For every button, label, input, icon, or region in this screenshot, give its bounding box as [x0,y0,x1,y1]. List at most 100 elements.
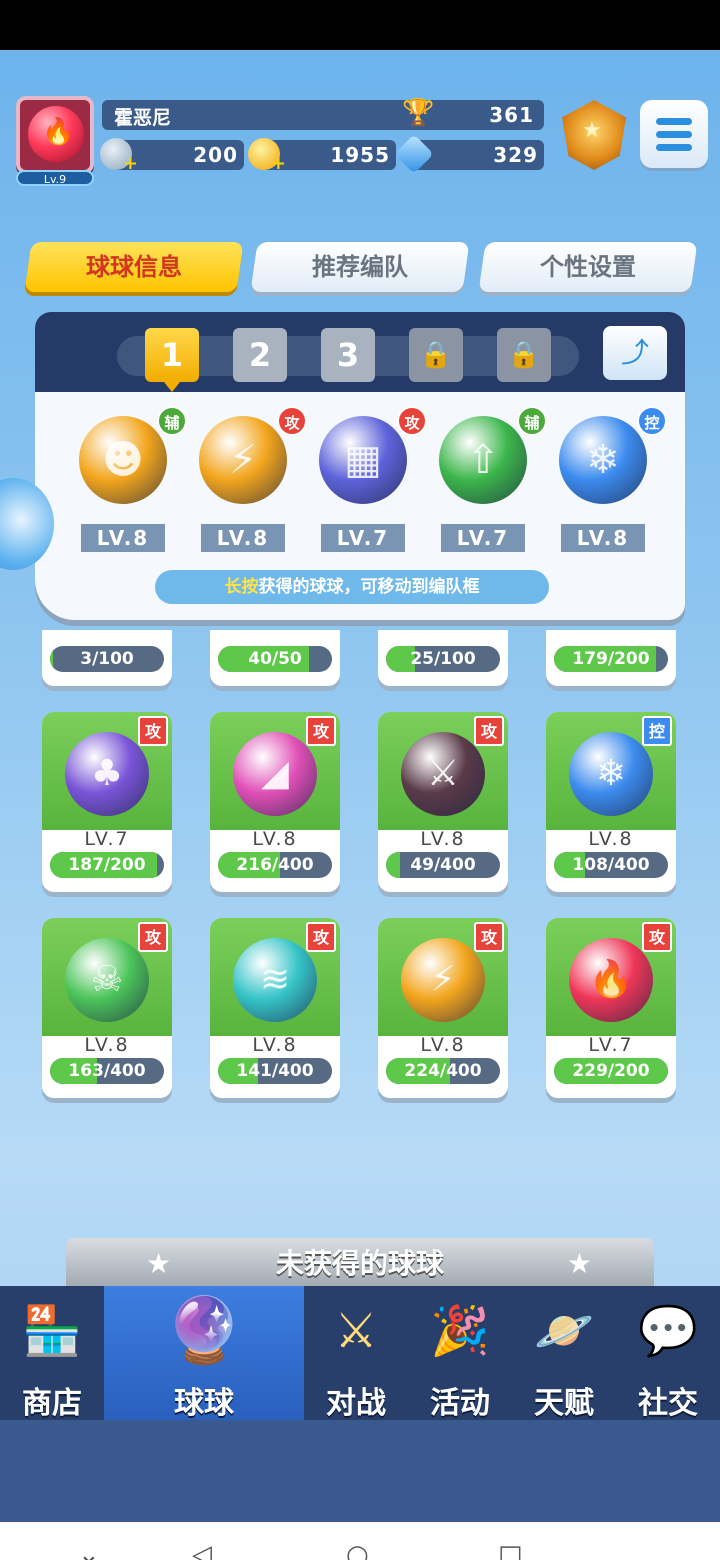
card-level: LV.7 [84,828,130,850]
ball-orb-icon: ☠ [65,938,149,1022]
type-tag: 攻 [642,922,672,952]
team-ball-3[interactable]: ▦ [319,416,407,504]
drag-hint: 长按获得的球球，可移动到编队框 [155,570,549,604]
type-tag-control: 控 [637,406,667,436]
menu-icon-line [656,131,692,138]
unowned-balls-title: 未获得的球球 [275,1247,444,1280]
owned-card-partial[interactable]: 179/200 [546,630,676,686]
planet-icon: 🪐 [534,1303,594,1359]
team-slot-locked-lock-icon[interactable]: 🔒 [409,328,463,382]
card-progress-bar: 216/400 [218,852,332,878]
team-ball-2[interactable]: ⚡ [199,416,287,504]
owned-ball-card[interactable]: 🔥 攻 LV.7 229/200 [546,918,676,1098]
owned-ball-card[interactable]: ☠ 攻 LV.8 163/400 [42,918,172,1098]
card-progress-bar: 40/50 [218,646,332,672]
owned-ball-card[interactable]: ⚡ 攻 LV.8 224/400 [378,918,508,1098]
owned-card-partial[interactable]: 40/50 [210,630,340,686]
team-ball-5[interactable]: ❄ [559,416,647,504]
type-tag-support: 辅 [517,406,547,436]
owned-ball-card[interactable]: ◢ 攻 LV.8 216/400 [210,712,340,892]
tab-personal-settings-label: 个性设置 [540,253,636,281]
team-slot-locked-lock-icon[interactable]: 🔒 [497,328,551,382]
owned-card-partial[interactable]: 3/100 [42,630,172,686]
nav-social-label: 社交 [638,1386,698,1421]
party-popper-icon: 🎉 [430,1303,490,1359]
card-level: LV.8 [252,828,298,850]
team-ball-4[interactable]: ⇧ [439,416,527,504]
nav-battle-label: 对战 [326,1386,386,1421]
type-tag: 控 [642,716,672,746]
ball-orb-icon: ≋ [233,938,317,1022]
team-ball-level: LV.7 [321,524,405,552]
tab-personal-settings[interactable]: 个性设置 [478,242,698,292]
nav-balls-label: 球球 [174,1386,234,1421]
silver-coin-count: 200 [193,143,238,167]
card-level: LV.8 [420,1034,466,1056]
card-level: LV.8 [252,1034,298,1056]
owned-card-partial[interactable]: 25/100 [378,630,508,686]
menu-button[interactable] [640,100,708,168]
team-slot-3[interactable]: 3 [321,328,375,382]
player-name: 霍恶尼 [114,107,172,129]
team-panel-header: 1 2 3 🔒 🔒 ⤴ [35,312,685,392]
trophy-count: 361 [489,103,534,127]
team-slot-1[interactable]: 1 [145,328,199,392]
type-tag: 攻 [474,922,504,952]
trophy-icon: 🏆 [402,98,435,128]
tab-ball-info[interactable]: 球球信息 [24,242,244,292]
ball-glyph-icon: ⚡ [228,437,258,483]
card-progress-bar: 25/100 [386,646,500,672]
card-progress-bar: 229/200 [554,1058,668,1084]
nav-battle[interactable]: ⚔ 对战 [304,1286,408,1421]
silver-coin-icon: + [100,138,138,174]
ball-glyph-icon: ❄ [586,437,620,483]
player-level-badge: Lv.9 [16,170,94,186]
nav-social[interactable]: 💬 社交 [616,1286,720,1421]
owned-ball-card[interactable]: ⚔ 攻 LV.8 49/400 [378,712,508,892]
card-progress-text: 3/100 [80,649,134,669]
below-nav-area [0,1420,720,1522]
card-level: LV.8 [420,828,466,850]
dismiss-icon[interactable]: ⌄ [78,1542,100,1560]
nav-events[interactable]: 🎉 活动 [408,1286,512,1421]
nav-talent[interactable]: 🪐 天赋 [512,1286,616,1421]
ball-glyph-icon: ♣ [90,753,124,794]
star-icon: ★ [146,1247,172,1280]
swords-icon: ⚔ [334,1303,378,1359]
player-avatar[interactable] [16,96,94,174]
card-level: LV.8 [588,828,634,850]
ball-glyph-icon: ⇧ [466,437,500,483]
team-ball-level: LV.8 [561,524,645,552]
card-progress-bar: 224/400 [386,1058,500,1084]
card-progress-text: 40/50 [248,649,302,669]
gold-coin-count: 1955 [330,143,390,167]
avatar-ball-icon [28,106,84,162]
owned-ball-card[interactable]: ❄ 控 LV.8 108/400 [546,712,676,892]
home-icon[interactable]: ○ [346,1542,369,1560]
ball-glyph-icon: 🔥 [588,959,634,1000]
owned-ball-card[interactable]: ♣ 攻 LV.7 187/200 [42,712,172,892]
ball-glyph-icon: ☻ [102,437,144,483]
team-slot-2[interactable]: 2 [233,328,287,382]
hint-highlight: 长按 [224,577,259,597]
nav-balls[interactable]: 🔮 球球 [104,1286,304,1421]
system-nav-bar: ⌄ ◁ ○ □ [0,1522,720,1560]
ball-glyph-icon: ≋ [259,959,291,1000]
ball-orb-icon: ⚔ [401,732,485,816]
recents-icon[interactable]: □ [498,1542,523,1560]
nav-shop[interactable]: 🏪 商店 [0,1286,104,1421]
owned-ball-card[interactable]: ≋ 攻 LV.8 141/400 [210,918,340,1098]
card-progress-text: 179/200 [572,649,650,669]
ball-orb-icon: ♣ [65,732,149,816]
chat-icon: 💬 [638,1303,698,1359]
type-tag: 攻 [306,716,336,746]
hint-text: 获得的球球，可移动到编队框 [258,577,480,597]
back-icon[interactable]: ◁ [192,1542,212,1560]
ball-glyph-icon: ⚔ [426,753,460,794]
card-level: LV.7 [588,1034,634,1056]
type-tag-support: 辅 [157,406,187,436]
team-ball-1[interactable]: ☻ [79,416,167,504]
tab-recommended-team[interactable]: 推荐编队 [250,242,470,292]
share-icon[interactable]: ⤴ [603,326,667,380]
menu-icon-line [656,144,692,151]
